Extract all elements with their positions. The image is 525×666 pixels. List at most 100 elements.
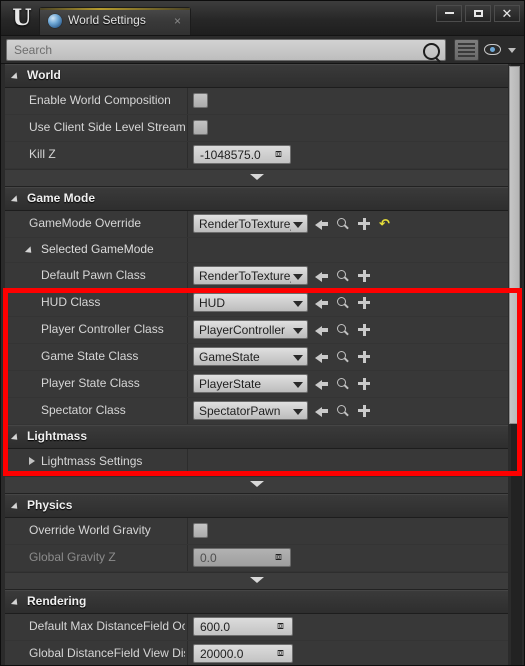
spinner-value: 600.0 bbox=[200, 620, 231, 634]
spinner-value: -1048575.0 bbox=[200, 148, 261, 162]
browse-icon[interactable] bbox=[337, 217, 349, 230]
back-arrow-icon[interactable] bbox=[315, 378, 328, 390]
back-arrow-icon[interactable] bbox=[315, 405, 328, 417]
section-header-physics[interactable]: Physics bbox=[5, 494, 508, 518]
search-icon bbox=[423, 43, 440, 60]
add-icon[interactable] bbox=[358, 323, 370, 336]
spinner-value: 0.0 bbox=[200, 551, 217, 565]
browse-icon[interactable] bbox=[337, 296, 349, 309]
section-physics: Physics Override World Gravity Global Gr… bbox=[5, 494, 508, 590]
property-label: GameMode Override bbox=[29, 216, 142, 230]
chevron-right-icon[interactable] bbox=[29, 457, 35, 465]
search-input[interactable] bbox=[7, 40, 445, 60]
column-divider bbox=[187, 344, 188, 370]
grid-view-toggle[interactable] bbox=[454, 39, 479, 61]
minimize-button[interactable] bbox=[436, 5, 462, 22]
row-actions bbox=[315, 374, 370, 393]
back-arrow-icon[interactable] bbox=[315, 218, 328, 230]
column-divider bbox=[187, 238, 188, 262]
browse-icon[interactable] bbox=[337, 404, 349, 417]
title-bar: U World Settings × ✕ bbox=[1, 1, 524, 36]
combo-player-state-class[interactable]: PlayerState bbox=[193, 374, 308, 393]
property-value: 20000.0 ⧈ bbox=[193, 644, 506, 664]
browse-icon[interactable] bbox=[337, 377, 349, 390]
section-header-world[interactable]: World bbox=[5, 64, 508, 88]
spinner-global-distancefield-view-distance[interactable]: 20000.0 ⧈ bbox=[193, 644, 293, 663]
browse-icon[interactable] bbox=[337, 350, 349, 363]
combo-spectator-class[interactable]: SpectatorPawn bbox=[193, 401, 308, 420]
column-divider bbox=[187, 211, 188, 237]
section-header-rendering[interactable]: Rendering bbox=[5, 590, 508, 614]
property-row[interactable]: Lightmass Settings bbox=[5, 449, 508, 476]
combo-hud-class[interactable]: HUD bbox=[193, 293, 308, 312]
add-icon[interactable] bbox=[358, 217, 370, 230]
combo-default-pawn-class[interactable]: RenderToTexture_Pa bbox=[193, 266, 308, 285]
add-icon[interactable] bbox=[358, 404, 370, 417]
scrollbar-thumb[interactable] bbox=[509, 66, 520, 424]
spinner-kill-z[interactable]: -1048575.0 ⧈ bbox=[193, 145, 291, 164]
chevron-down-icon bbox=[293, 355, 303, 361]
combo-game-state-class[interactable]: GameState bbox=[193, 347, 308, 366]
column-divider bbox=[187, 115, 188, 141]
close-icon: ✕ bbox=[501, 6, 513, 21]
column-divider bbox=[187, 142, 188, 168]
section-title: Lightmass bbox=[27, 429, 88, 443]
browse-icon[interactable] bbox=[337, 269, 349, 282]
visibility-dropdown[interactable] bbox=[484, 41, 518, 59]
add-icon[interactable] bbox=[358, 350, 370, 363]
back-arrow-icon[interactable] bbox=[315, 351, 328, 363]
back-arrow-icon[interactable] bbox=[315, 270, 328, 282]
row-actions bbox=[315, 320, 370, 339]
eye-icon bbox=[484, 44, 501, 55]
drag-handle-icon: ⧈ bbox=[275, 551, 282, 563]
section-header-game-mode[interactable]: Game Mode bbox=[5, 187, 508, 211]
column-divider bbox=[187, 449, 188, 475]
add-icon[interactable] bbox=[358, 377, 370, 390]
property-value bbox=[193, 521, 506, 541]
property-row: Spectator Class SpectatorPawn bbox=[5, 398, 508, 425]
combo-gamemode-override[interactable]: RenderToTexture_Ga bbox=[193, 214, 308, 233]
drag-handle-icon[interactable]: ⧈ bbox=[277, 648, 288, 659]
property-row: Use Client Side Level Streaming bbox=[5, 115, 508, 142]
spinner-value: 20000.0 bbox=[200, 647, 244, 661]
chevron-down-icon bbox=[10, 72, 21, 82]
section-title: Rendering bbox=[27, 594, 87, 608]
checkbox-override-world-gravity[interactable] bbox=[193, 523, 208, 538]
section-title: World bbox=[27, 68, 61, 82]
spinner-default-max-distancefield-occlusion[interactable]: 600.0 ⧈ bbox=[193, 617, 293, 636]
section-collapser[interactable] bbox=[5, 169, 508, 187]
scrollbar-track[interactable] bbox=[509, 64, 522, 665]
combo-value: GameState bbox=[199, 350, 260, 364]
section-collapser[interactable] bbox=[5, 476, 508, 494]
combo-player-controller-class[interactable]: PlayerController bbox=[193, 320, 308, 339]
drag-handle-icon[interactable]: ⧈ bbox=[277, 621, 288, 632]
browse-icon[interactable] bbox=[337, 323, 349, 336]
search-field[interactable] bbox=[6, 39, 446, 61]
back-arrow-icon[interactable] bbox=[315, 297, 328, 309]
column-divider bbox=[187, 88, 188, 114]
reset-arrow-icon[interactable]: ↶ bbox=[379, 217, 391, 230]
chevron-down-icon bbox=[10, 195, 21, 205]
tab-close-icon[interactable]: × bbox=[174, 13, 181, 29]
add-icon[interactable] bbox=[358, 269, 370, 282]
property-label: Global Gravity Z bbox=[29, 550, 116, 564]
drag-handle-icon[interactable]: ⧈ bbox=[275, 149, 286, 160]
column-divider bbox=[187, 641, 188, 665]
checkbox-use-client-side-level-streaming[interactable] bbox=[193, 120, 208, 135]
subsection-selected-gamemode[interactable]: Selected GameMode bbox=[5, 238, 508, 263]
property-label: Player State Class bbox=[41, 376, 140, 390]
property-row: HUD Class HUD bbox=[5, 290, 508, 317]
section-header-lightmass[interactable]: Lightmass bbox=[5, 425, 508, 449]
tab-world-settings[interactable]: World Settings × bbox=[39, 7, 191, 35]
add-icon[interactable] bbox=[358, 296, 370, 309]
combo-value: RenderToTexture_Pa bbox=[199, 269, 291, 283]
maximize-button[interactable] bbox=[465, 5, 491, 22]
property-row: Player Controller Class PlayerController bbox=[5, 317, 508, 344]
combo-value: SpectatorPawn bbox=[199, 404, 281, 418]
close-button[interactable]: ✕ bbox=[494, 5, 520, 22]
section-collapser[interactable] bbox=[5, 572, 508, 590]
column-divider bbox=[187, 614, 188, 640]
back-arrow-icon[interactable] bbox=[315, 324, 328, 336]
property-label: Override World Gravity bbox=[29, 523, 151, 537]
checkbox-enable-world-composition[interactable] bbox=[193, 93, 208, 108]
